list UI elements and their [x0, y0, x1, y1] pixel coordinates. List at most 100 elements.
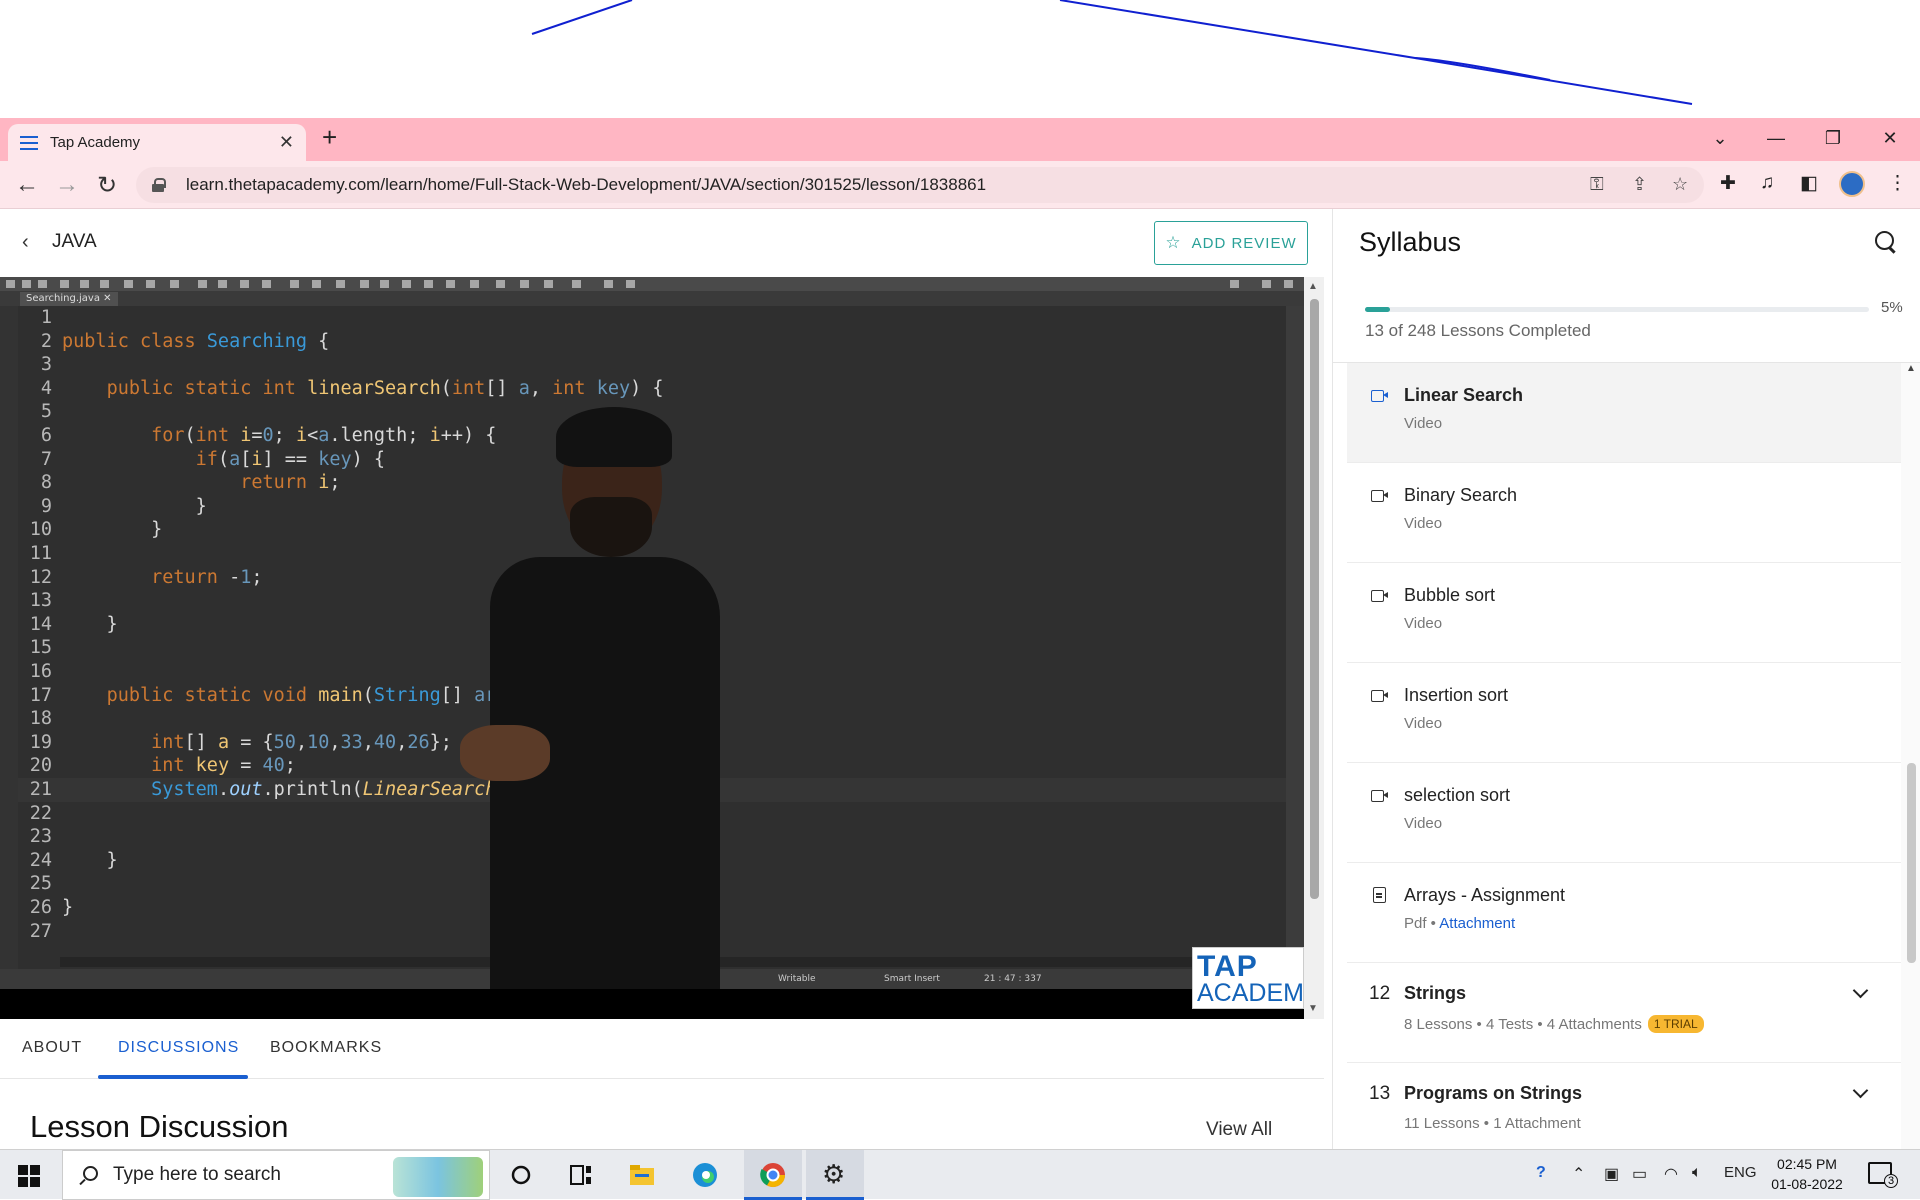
- ide-file-tab: Searching.java ✕: [20, 292, 118, 306]
- volume-icon[interactable]: 🔈︎: [1692, 1164, 1702, 1182]
- lesson-name: Linear Search: [1404, 385, 1524, 405]
- key-icon[interactable]: ⚿: [1590, 174, 1604, 195]
- tab-bookmarks[interactable]: BOOKMARKS: [270, 1039, 382, 1057]
- progress-percent: 5%: [1881, 299, 1903, 316]
- tray-app-icon[interactable]: ▣: [1604, 1164, 1619, 1184]
- side-panel-icon[interactable]: ◧: [1800, 172, 1818, 195]
- ide-left-gutter: [0, 306, 18, 969]
- chrome-taskbar-item[interactable]: [744, 1150, 802, 1200]
- lesson-item[interactable]: Arrays - Assignment Pdf • Attachment: [1347, 863, 1901, 963]
- tap-academy-logo: TAP ACADEMY: [1192, 947, 1304, 1009]
- active-tab-indicator: [98, 1075, 248, 1079]
- menu-icon[interactable]: ⋮: [1888, 172, 1907, 195]
- bookmark-star-icon[interactable]: ☆: [1672, 174, 1688, 195]
- language-indicator[interactable]: ENG: [1724, 1164, 1757, 1181]
- lesson-name: Bubble sort: [1404, 585, 1496, 605]
- lesson-name: Arrays - Assignment: [1404, 885, 1566, 905]
- lesson-item[interactable]: Linear Search Video: [1347, 363, 1901, 463]
- video-icon: [1371, 689, 1389, 702]
- syllabus-title: Syllabus: [1359, 227, 1462, 257]
- cortana-icon[interactable]: [506, 1160, 536, 1190]
- section-number: 13: [1369, 1083, 1391, 1104]
- status-writable: Writable: [778, 974, 816, 984]
- restore-icon[interactable]: ❐: [1813, 118, 1853, 158]
- course-progress-bar: [1365, 307, 1869, 312]
- video-player[interactable]: Searching.java ✕ 1 2 public class Searchi…: [0, 277, 1304, 1019]
- lesson-item[interactable]: Binary Search Video: [1347, 463, 1901, 563]
- lesson-main: ‹ JAVA ☆ ADD REVIEW Searching.java ✕ 1 2…: [0, 209, 1332, 1149]
- section-item[interactable]: 13 Programs on Strings 11 Lessons • 1 At…: [1347, 1063, 1901, 1149]
- lesson-scrollbar[interactable]: ▲ ▼: [1304, 277, 1324, 1019]
- help-icon[interactable]: ?: [1536, 1164, 1546, 1182]
- search-icon[interactable]: [1875, 231, 1897, 253]
- file-explorer-icon[interactable]: [627, 1160, 657, 1190]
- course-title[interactable]: JAVA: [52, 231, 97, 253]
- lesson-type: Video: [1404, 615, 1443, 632]
- code-line: 2 public class Searching {: [40, 330, 330, 352]
- search-highlight-art: [393, 1157, 483, 1197]
- trial-badge: 1 TRIAL: [1647, 1015, 1704, 1033]
- chevron-down-icon[interactable]: [1852, 982, 1869, 999]
- profile-avatar[interactable]: [1839, 171, 1865, 197]
- video-icon: [1371, 389, 1389, 402]
- chevron-down-icon[interactable]: [1852, 1082, 1869, 1099]
- media-control-icon[interactable]: ♫: [1760, 172, 1774, 194]
- extensions-icon[interactable]: ✚: [1720, 172, 1736, 195]
- tap-academy-favicon-icon: [20, 135, 38, 150]
- section-name: Strings: [1404, 983, 1467, 1003]
- new-tab-icon[interactable]: +: [322, 122, 337, 153]
- video-icon: [1371, 489, 1389, 502]
- tab-search-icon[interactable]: ⌄: [1700, 118, 1740, 158]
- search-icon: [79, 1166, 98, 1184]
- tab-title: Tap Academy: [50, 134, 141, 151]
- section-item[interactable]: 12 Strings 8 Lessons • 4 Tests • 4 Attac…: [1347, 963, 1901, 1063]
- settings-taskbar-item[interactable]: ⚙: [806, 1150, 864, 1200]
- notification-count: 3: [1884, 1174, 1898, 1188]
- lesson-name: Insertion sort: [1404, 685, 1509, 705]
- share-icon[interactable]: ⇪: [1632, 174, 1647, 195]
- clock-date: 01-08-2022: [1771, 1176, 1843, 1192]
- taskbar-search-box[interactable]: Type here to search: [62, 1150, 490, 1200]
- taskbar-search-placeholder: Type here to search: [113, 1164, 281, 1185]
- presenter-figure: [460, 407, 750, 1019]
- view-all-link[interactable]: View All: [1206, 1119, 1272, 1141]
- battery-icon[interactable]: ▭: [1632, 1164, 1647, 1184]
- task-view-icon[interactable]: [566, 1160, 596, 1190]
- minimize-icon[interactable]: —: [1756, 118, 1796, 158]
- attachment-link[interactable]: Attachment: [1439, 915, 1515, 932]
- edge-browser-icon[interactable]: [690, 1160, 720, 1190]
- notification-icon[interactable]: 3: [1868, 1162, 1898, 1188]
- lesson-page: ‹ JAVA ☆ ADD REVIEW Searching.java ✕ 1 2…: [0, 209, 1920, 1149]
- browser-tab[interactable]: Tap Academy ✕: [8, 124, 306, 161]
- lesson-item[interactable]: Bubble sort Video: [1347, 563, 1901, 663]
- lesson-item[interactable]: Insertion sort Video: [1347, 663, 1901, 763]
- syllabus-scrollbar[interactable]: ▲: [1901, 363, 1920, 1149]
- system-clock[interactable]: 02:45 PM 01-08-2022: [1768, 1154, 1846, 1194]
- back-icon[interactable]: ←: [12, 171, 42, 199]
- section-meta: 11 Lessons • 1 Attachment: [1404, 1115, 1581, 1132]
- reload-icon[interactable]: ↻: [92, 171, 122, 200]
- code-line: 1: [40, 307, 52, 328]
- windows-taskbar: Type here to search ⚙ ? ⌃ ▣ ▭ ◠ 🔈︎ ENG 0…: [0, 1149, 1920, 1200]
- close-window-icon[interactable]: ✕: [1870, 118, 1910, 158]
- add-review-button[interactable]: ☆ ADD REVIEW: [1154, 221, 1308, 265]
- tab-close-icon[interactable]: ✕: [279, 132, 294, 153]
- tab-about[interactable]: ABOUT: [22, 1039, 82, 1057]
- section-meta: 8 Lessons • 4 Tests • 4 Attachments 1 TRI…: [1404, 1015, 1704, 1033]
- address-bar[interactable]: learn.thetapacademy.com/learn/home/Full-…: [136, 167, 1704, 203]
- document-icon: [1373, 887, 1386, 903]
- status-cursor-position: 21 : 47 : 337: [984, 974, 1042, 984]
- windows-start-icon[interactable]: [18, 1165, 40, 1187]
- forward-icon[interactable]: →: [52, 171, 82, 199]
- screen-annotation-area: [0, 0, 1920, 118]
- wifi-icon[interactable]: ◠: [1664, 1164, 1678, 1184]
- lesson-item[interactable]: selection sort Video: [1347, 763, 1901, 863]
- chevron-up-icon[interactable]: ⌃: [1572, 1164, 1585, 1184]
- lesson-header: ‹ JAVA ☆ ADD REVIEW: [0, 209, 1332, 277]
- star-icon: ☆: [1165, 233, 1182, 252]
- gear-icon: ⚙: [822, 1159, 846, 1189]
- tab-discussions[interactable]: DISCUSSIONS: [118, 1039, 239, 1057]
- lesson-type: Video: [1404, 715, 1443, 732]
- back-chevron-icon[interactable]: ‹: [22, 231, 29, 254]
- ide-editor-tabs: Searching.java ✕: [0, 291, 1304, 306]
